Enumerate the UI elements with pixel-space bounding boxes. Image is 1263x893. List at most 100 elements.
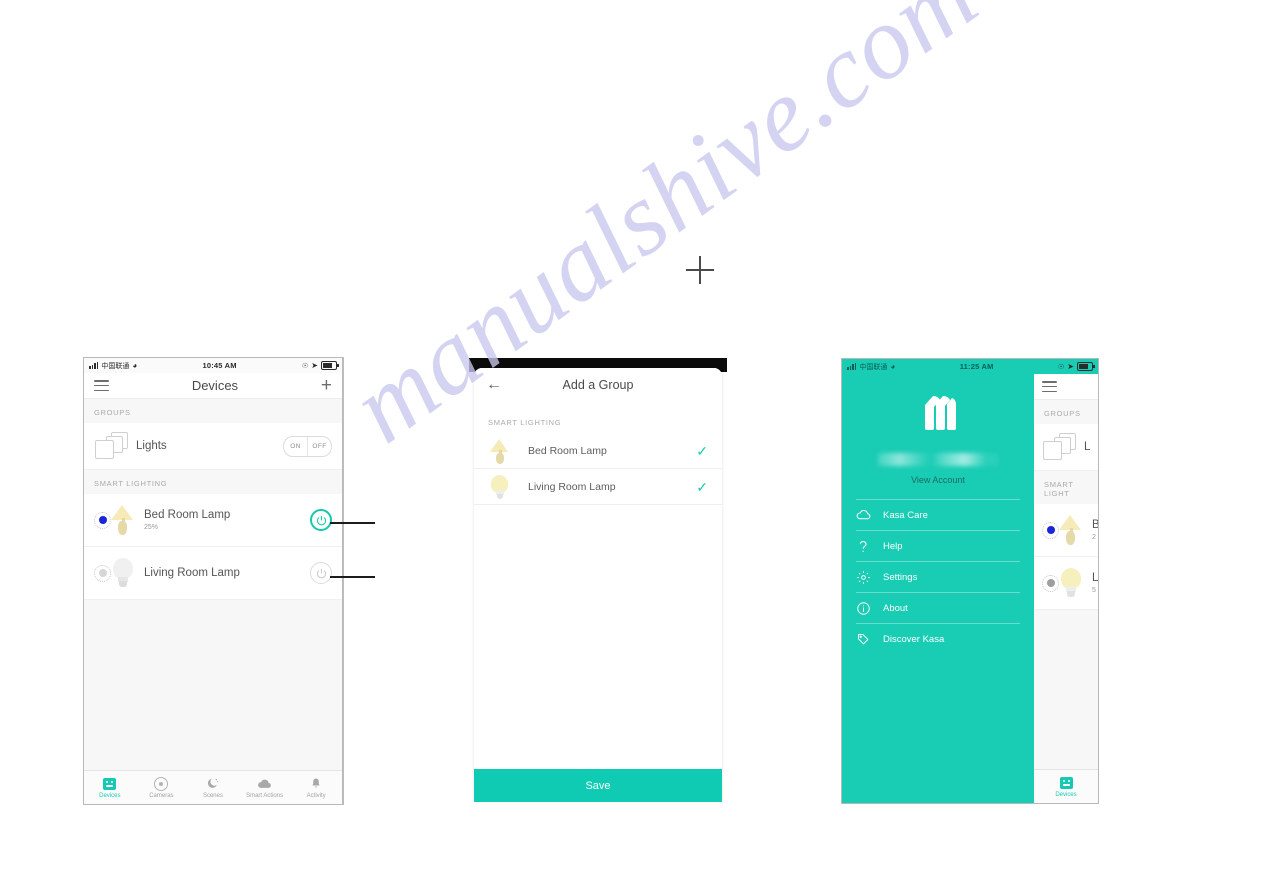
signal-bars-icon xyxy=(847,363,857,370)
device-name-wrap: B 2 xyxy=(1092,519,1098,541)
location-arrow-icon: ➤ xyxy=(311,361,318,370)
status-bar: 中国联通 ◕ 11:25 AM ☉ ➤ xyxy=(842,359,1098,374)
crosshair-mark xyxy=(686,256,714,284)
camera-icon xyxy=(154,776,169,791)
device-name-wrap: Living Room Lamp xyxy=(144,567,310,579)
status-bar-left: 中国联通 ◕ xyxy=(847,362,895,372)
modal-header: ← Add a Group xyxy=(474,368,722,402)
section-label-smart-lighting: SMART LIGHT xyxy=(1034,471,1098,504)
color-indicator xyxy=(94,511,111,529)
menu-item-about[interactable]: About xyxy=(856,592,1020,623)
menu-item-label: Discover Kasa xyxy=(883,633,945,645)
page-root: manualshive.com 中国联通 ◕ 10:45 AM ☉ ➤ Devi… xyxy=(0,0,1263,893)
cloud-icon xyxy=(856,508,871,523)
device-name: Bed Room Lamp xyxy=(144,509,231,521)
tab-scenes[interactable]: Scenes xyxy=(187,776,239,799)
device-name: B xyxy=(1092,519,1098,531)
section-label-smart-lighting: SMART LIGHTING xyxy=(474,402,722,433)
menu-item-kasa-care[interactable]: Kasa Care xyxy=(856,499,1020,530)
carrier-label: 中国联通 xyxy=(859,363,888,371)
page-title: Devices xyxy=(191,378,239,393)
section-label-groups: GROUPS xyxy=(1034,400,1098,424)
save-button[interactable]: Save xyxy=(474,769,722,802)
picker-row-bed-room-lamp[interactable]: Bed Room Lamp ✓ xyxy=(474,433,722,469)
bottom-tab-bar: Devices xyxy=(1034,769,1098,803)
group-name: L xyxy=(1084,441,1091,453)
app-header: Devices + xyxy=(84,373,342,399)
tab-label: Devices xyxy=(99,793,121,799)
info-circle-icon xyxy=(856,601,871,616)
color-indicator xyxy=(1042,574,1059,592)
moon-icon xyxy=(205,776,220,791)
bell-icon xyxy=(309,776,324,791)
toggle-off-label[interactable]: OFF xyxy=(308,437,331,456)
phone-screen-add-group: ← Add a Group SMART LIGHTING Bed Room La… xyxy=(469,358,727,802)
tab-label: Activity xyxy=(306,793,326,799)
picker-item-name: Living Room Lamp xyxy=(528,480,616,493)
tab-devices[interactable]: Devices xyxy=(84,776,136,799)
alarm-icon: ☉ xyxy=(1058,363,1065,371)
check-icon[interactable]: ✓ xyxy=(696,480,708,494)
status-bar: 中国联通 ◕ 10:45 AM ☉ ➤ xyxy=(84,358,342,373)
question-mark-icon xyxy=(856,539,871,554)
group-row[interactable]: L xyxy=(1034,424,1098,471)
device-row-living-room-lamp[interactable]: Living Room Lamp xyxy=(84,547,342,600)
hamburger-icon[interactable] xyxy=(1042,381,1057,392)
device-row[interactable]: L 5 xyxy=(1034,557,1098,610)
device-brightness: 2 xyxy=(1092,534,1096,541)
app-header xyxy=(1034,374,1098,400)
menu-item-settings[interactable]: Settings xyxy=(856,561,1020,592)
tab-cameras[interactable]: Cameras xyxy=(136,776,188,799)
drawer-menu: Kasa Care Help Settings About Discover K… xyxy=(842,499,1034,654)
table-lamp-icon xyxy=(488,437,512,465)
color-indicator xyxy=(1042,521,1059,539)
hamburger-icon[interactable] xyxy=(94,380,109,391)
location-arrow-icon: ➤ xyxy=(1067,362,1074,371)
menu-item-label: About xyxy=(883,602,908,614)
annotation-line-power-on xyxy=(330,522,375,524)
phone-screen-menu-drawer: 中国联通 ◕ 11:25 AM ☉ ➤ GROUPS L SMART LIGHT xyxy=(841,358,1099,804)
devices-icon xyxy=(1059,775,1074,790)
phone-screen-devices: 中国联通 ◕ 10:45 AM ☉ ➤ Devices + GROUPS Lig… xyxy=(83,357,343,805)
tab-devices[interactable]: Devices xyxy=(1034,775,1098,798)
power-button-off[interactable] xyxy=(310,562,332,584)
status-time: 11:25 AM xyxy=(959,362,994,371)
view-account-link[interactable]: View Account xyxy=(842,475,1034,485)
device-row[interactable]: B 2 xyxy=(1034,504,1098,557)
tab-label: Devices xyxy=(1055,792,1077,798)
battery-icon xyxy=(1077,362,1095,371)
status-bar-right: ☉ ➤ xyxy=(1058,362,1095,371)
logo-wrap xyxy=(842,374,1034,439)
device-list: GROUPS Lights ON OFF SMART LIGHTING Bed … xyxy=(84,399,342,771)
status-time: 10:45 AM xyxy=(202,361,237,370)
picker-row-living-room-lamp[interactable]: Living Room Lamp ✓ xyxy=(474,469,722,505)
stacked-squares-icon xyxy=(94,431,128,461)
menu-item-label: Kasa Care xyxy=(883,509,928,521)
on-off-toggle[interactable]: ON OFF xyxy=(283,435,332,457)
tab-activity[interactable]: Activity xyxy=(290,776,342,799)
device-brightness: 25% xyxy=(144,524,159,531)
menu-item-label: Help xyxy=(883,540,903,552)
picker-item-name: Bed Room Lamp xyxy=(528,444,607,457)
power-button-on[interactable] xyxy=(310,509,332,531)
tab-label: Scenes xyxy=(202,793,223,799)
color-indicator xyxy=(94,564,111,582)
stacked-squares-icon xyxy=(1042,432,1076,462)
devices-icon xyxy=(102,776,117,791)
menu-item-help[interactable]: Help xyxy=(856,530,1020,561)
tab-smart-actions[interactable]: Smart Actions xyxy=(239,776,291,799)
account-name-redacted xyxy=(878,453,998,466)
device-name-wrap: Bed Room Lamp 25% xyxy=(144,509,310,531)
toggle-on-label[interactable]: ON xyxy=(284,436,308,456)
bulb-icon xyxy=(1056,566,1086,600)
device-name: L xyxy=(1092,572,1098,584)
plus-icon[interactable]: + xyxy=(321,376,332,395)
kasa-house-logo xyxy=(925,396,956,430)
check-icon[interactable]: ✓ xyxy=(696,444,708,458)
modal-title: Add a Group xyxy=(562,378,634,392)
device-row-bed-room-lamp[interactable]: Bed Room Lamp 25% xyxy=(84,494,342,547)
menu-item-discover-kasa[interactable]: Discover Kasa xyxy=(856,623,1020,654)
group-row-lights[interactable]: Lights ON OFF xyxy=(84,423,342,470)
device-brightness: 5 xyxy=(1092,587,1096,594)
bottom-tab-bar: Devices Cameras Scenes Smart Actions Act… xyxy=(84,770,342,804)
